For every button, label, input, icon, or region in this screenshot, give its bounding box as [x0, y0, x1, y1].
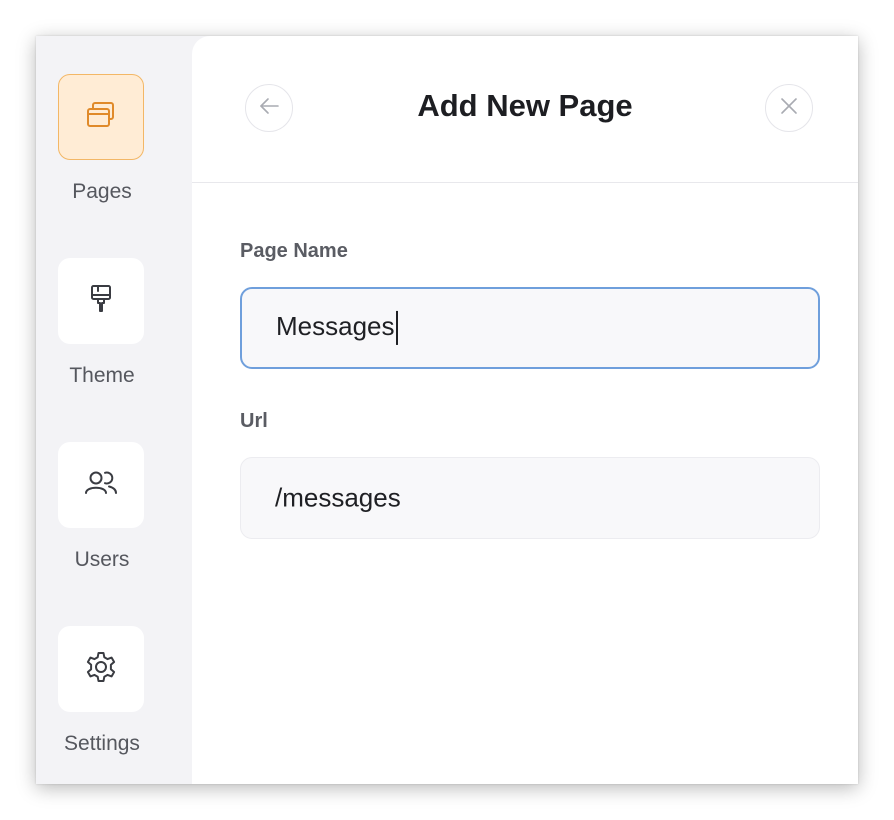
paint-brush-icon: [83, 281, 119, 322]
sidebar-tile-settings[interactable]: [58, 626, 144, 712]
sidebar-label-theme: Theme: [69, 364, 135, 387]
text-caret: [395, 311, 398, 346]
sidebar-label-users: Users: [74, 548, 130, 571]
url-value: /messages: [275, 482, 401, 513]
sidebar: Pages Theme Users Settings: [36, 36, 192, 784]
sidebar-item-theme[interactable]: Theme: [36, 258, 168, 387]
pages-icon: [83, 97, 119, 138]
sidebar-label-pages: Pages: [72, 180, 132, 203]
close-button[interactable]: [765, 84, 813, 132]
sidebar-item-pages[interactable]: Pages: [36, 74, 168, 203]
page-name-label: Page Name: [240, 240, 348, 262]
url-label: Url: [240, 410, 268, 432]
close-icon: [779, 96, 799, 121]
url-input[interactable]: /messages: [240, 457, 820, 539]
sidebar-item-users[interactable]: Users: [36, 442, 168, 571]
app-window: Pages Theme Users Settings Add New Page …: [36, 36, 858, 784]
add-page-panel: Add New Page Page Name Messages Url /mes…: [192, 36, 858, 784]
sidebar-tile-users[interactable]: [58, 442, 144, 528]
users-icon: [81, 465, 121, 506]
page-name-input[interactable]: Messages: [240, 287, 820, 369]
panel-header: Add New Page: [192, 36, 858, 183]
sidebar-tile-pages[interactable]: [58, 74, 144, 160]
sidebar-label-settings: Settings: [64, 732, 140, 755]
sidebar-tile-theme[interactable]: [58, 258, 144, 344]
sidebar-item-settings[interactable]: Settings: [36, 626, 168, 755]
page-title: Add New Page: [417, 88, 633, 123]
page-name-value-wrap: Messages: [276, 310, 398, 346]
gear-icon: [82, 648, 120, 691]
page-name-value: Messages: [276, 310, 395, 341]
